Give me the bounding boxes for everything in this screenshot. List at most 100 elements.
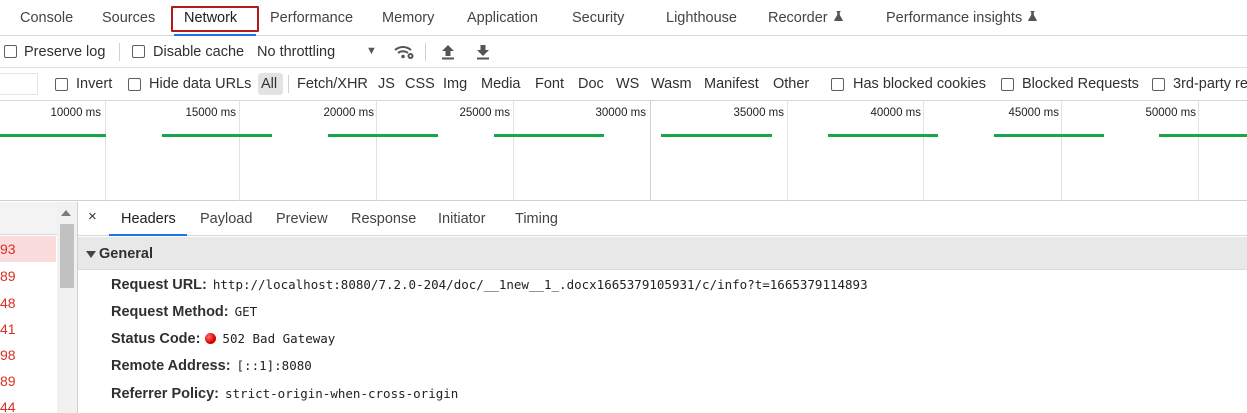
tab-performance-insights[interactable]: Performance insights: [886, 0, 1038, 36]
request-row[interactable]: 98: [0, 342, 56, 368]
remote-address-value: [::1]:8080: [236, 358, 312, 373]
filter-bar: Invert Hide data URLs All Fetch/XHR JS C…: [0, 68, 1247, 101]
section-title: General: [99, 246, 153, 262]
status-error-dot-icon: [205, 333, 217, 344]
filter-type-media[interactable]: Media: [481, 76, 521, 92]
request-row[interactable]: 89: [0, 263, 56, 289]
tab-console[interactable]: Console: [20, 0, 73, 36]
tab-headers[interactable]: Headers: [121, 202, 176, 236]
filter-type-other[interactable]: Other: [773, 76, 809, 92]
request-row[interactable]: 93: [0, 236, 56, 262]
request-url-row: Request URL: http://localhost:8080/7.2.0-…: [111, 274, 868, 296]
tab-payload[interactable]: Payload: [200, 202, 252, 236]
timeline-gridline: [1198, 101, 1199, 201]
filter-type-css[interactable]: CSS: [405, 76, 435, 92]
throttling-select[interactable]: No throttling: [257, 44, 335, 60]
preserve-log-checkbox[interactable]: [4, 45, 17, 58]
tab-performance[interactable]: Performance: [270, 0, 353, 36]
filter-type-manifest[interactable]: Manifest: [704, 76, 759, 92]
timeline-request-bar: [328, 134, 438, 137]
export-har-icon[interactable]: [476, 44, 490, 60]
tab-initiator[interactable]: Initiator: [438, 202, 486, 236]
timeline-request-bar: [661, 134, 772, 137]
tab-sources[interactable]: Sources: [102, 0, 155, 36]
experiment-flask-icon: [833, 11, 843, 21]
timeline-gridline: [105, 101, 106, 201]
tab-preview[interactable]: Preview: [276, 202, 328, 236]
disable-cache-checkbox[interactable]: [132, 45, 145, 58]
referrer-policy-value: strict-origin-when-cross-origin: [225, 386, 459, 401]
timeline-tick-label: 20000 ms: [323, 107, 374, 119]
timeline-tick-label: 40000 ms: [870, 107, 921, 119]
has-blocked-cookies-checkbox[interactable]: [831, 78, 844, 91]
throttling-dropdown-arrow[interactable]: ▼: [366, 45, 377, 57]
timeline-gridline: [376, 101, 377, 201]
toolbar-divider: [425, 43, 426, 61]
timeline-request-bar: [162, 134, 272, 137]
field-key: Request Method:: [111, 304, 229, 320]
timeline-tick-label: 15000 ms: [185, 107, 236, 119]
tab-memory[interactable]: Memory: [382, 0, 434, 36]
timeline-gridline: [923, 101, 924, 201]
toolbar-divider: [119, 43, 120, 61]
network-toolbar: Preserve log Disable cache No throttling…: [0, 36, 1247, 68]
network-conditions-icon[interactable]: [393, 44, 415, 60]
timeline-gridline: [513, 101, 514, 201]
timeline-gridline: [787, 101, 788, 201]
scroll-up-arrow-icon[interactable]: [61, 210, 71, 216]
timeline-gridline: [650, 101, 651, 201]
request-method-value: GET: [234, 304, 258, 319]
third-party-checkbox[interactable]: [1152, 78, 1165, 91]
timeline-gridline: [1061, 101, 1062, 201]
hide-data-urls-label: Hide data URLs: [149, 76, 252, 92]
filter-input[interactable]: [0, 73, 38, 95]
filter-type-doc[interactable]: Doc: [578, 76, 604, 92]
scrollbar-thumb[interactable]: [60, 224, 74, 288]
remote-address-row: Remote Address: [::1]:8080: [111, 355, 312, 377]
tab-security[interactable]: Security: [572, 0, 624, 36]
tab-response[interactable]: Response: [351, 202, 416, 236]
timeline-overview[interactable]: 10000 ms 15000 ms 20000 ms 25000 ms 3000…: [0, 101, 1247, 201]
request-row[interactable]: 41: [0, 316, 56, 342]
blocked-requests-checkbox[interactable]: [1001, 78, 1014, 91]
filter-type-font[interactable]: Font: [535, 76, 564, 92]
timeline-tick-label: 45000 ms: [1008, 107, 1059, 119]
invert-checkbox[interactable]: [55, 78, 68, 91]
filter-divider: [288, 75, 289, 93]
filter-type-all[interactable]: All: [261, 76, 277, 92]
tab-recorder[interactable]: Recorder: [768, 0, 843, 36]
field-key: Referrer Policy:: [111, 386, 219, 402]
expand-caret-icon: [86, 251, 96, 258]
import-har-icon[interactable]: [441, 44, 455, 60]
tab-application[interactable]: Application: [467, 0, 538, 36]
field-key: Status Code:: [111, 331, 201, 347]
general-section-header[interactable]: General: [78, 237, 1247, 270]
request-row[interactable]: 44: [0, 394, 56, 413]
request-list: 93 89 48 41 98 89 44: [0, 202, 78, 413]
timeline-tick-label: 25000 ms: [459, 107, 510, 119]
filter-type-wasm[interactable]: Wasm: [651, 76, 692, 92]
filter-type-fetch-xhr[interactable]: Fetch/XHR: [297, 76, 368, 92]
status-code-row: Status Code: 502 Bad Gateway: [111, 328, 335, 350]
timeline-request-bar: [1159, 134, 1247, 137]
timeline-request-bar: [994, 134, 1104, 137]
request-row[interactable]: 48: [0, 290, 56, 316]
timeline-tick-label: 30000 ms: [595, 107, 646, 119]
devtools-tabbar: Console Sources Network Performance Memo…: [0, 0, 1247, 36]
third-party-label: 3rd-party re: [1173, 76, 1247, 92]
blocked-requests-label: Blocked Requests: [1022, 76, 1139, 92]
tab-performance-insights-label: Performance insights: [886, 10, 1023, 26]
timeline-tick-label: 35000 ms: [733, 107, 784, 119]
request-method-row: Request Method: GET: [111, 301, 257, 323]
tab-timing[interactable]: Timing: [515, 202, 558, 236]
hide-data-urls-checkbox[interactable]: [128, 78, 141, 91]
timeline-tick-label: 10000 ms: [50, 107, 101, 119]
request-row[interactable]: 89: [0, 368, 56, 394]
filter-type-img[interactable]: Img: [443, 76, 467, 92]
tab-lighthouse[interactable]: Lighthouse: [666, 0, 737, 36]
filter-type-js[interactable]: JS: [378, 76, 395, 92]
disable-cache-label: Disable cache: [153, 44, 245, 60]
filter-type-ws[interactable]: WS: [616, 76, 639, 92]
experiment-flask-icon: [1028, 11, 1038, 21]
request-url-value: http://localhost:8080/7.2.0-204/doc/__1n…: [212, 277, 868, 292]
